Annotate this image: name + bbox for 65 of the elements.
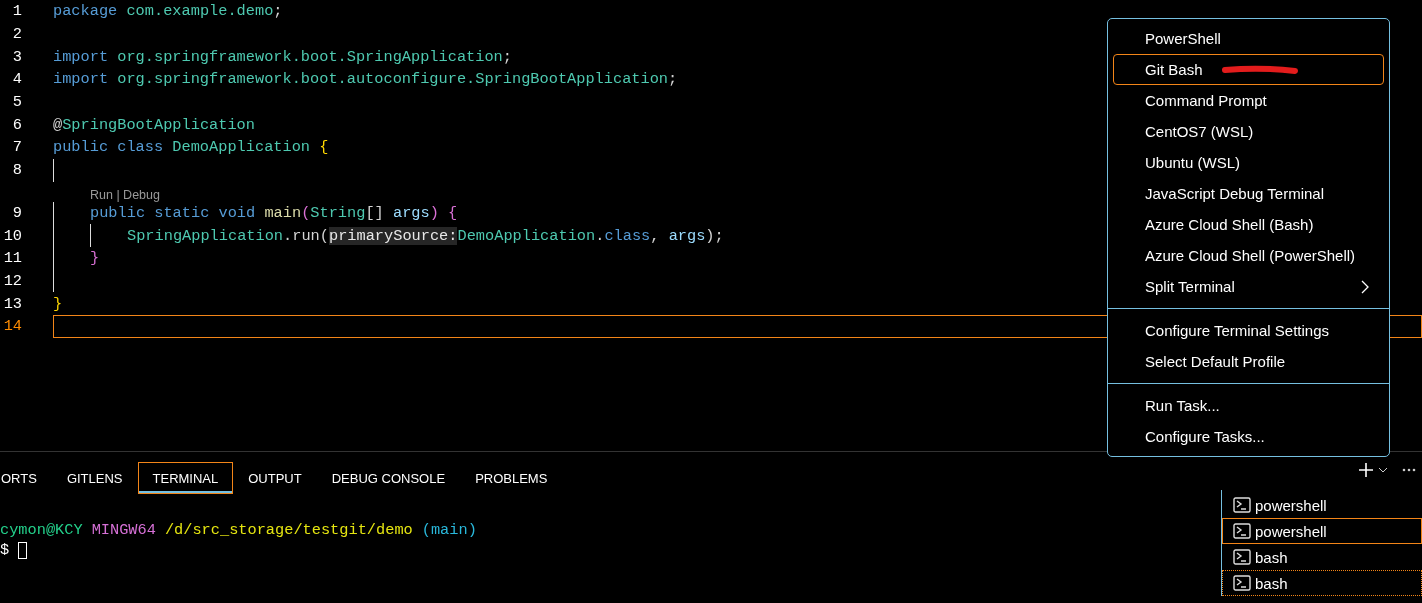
line-number: 9: [11, 203, 22, 222]
panel-tab[interactable]: TERMINAL: [137, 462, 234, 494]
panel-tab[interactable]: PROBLEMS: [460, 462, 563, 494]
code-line: SpringApplication.run(primarySource:DemoApplication.class, args);: [127, 226, 724, 245]
menu-item-label: Azure Cloud Shell (Bash): [1145, 216, 1314, 233]
menu-item-label: Run Task...: [1145, 397, 1220, 414]
terminal-prompt-text: cymon@KCY: [0, 521, 83, 539]
terminal-list-item[interactable]: bash: [1222, 570, 1422, 596]
menu-item[interactable]: Split Terminal: [1113, 271, 1384, 302]
code-line: public static void main(String[] args) {: [90, 203, 458, 222]
menu-item-label: Ubuntu (WSL): [1145, 154, 1241, 171]
terminal-list-item[interactable]: bash: [1222, 544, 1422, 570]
line-number: 12: [2, 271, 22, 290]
code-line: package com.example.demo;: [53, 2, 283, 21]
menu-item-label: Split Terminal: [1145, 278, 1235, 295]
terminal-prompt-text: /d/src_storage/testgit/demo: [164, 521, 413, 539]
menu-item[interactable]: Run Task...: [1113, 390, 1384, 421]
line-number: 1: [11, 2, 22, 21]
line-number: 11: [2, 249, 22, 268]
terminal-list-item[interactable]: powershell: [1222, 492, 1422, 518]
line-number: 13: [2, 294, 22, 313]
code-line: }: [53, 294, 63, 313]
terminal-prompt-text: MINGW64: [91, 521, 156, 539]
menu-item[interactable]: Configure Tasks...: [1113, 421, 1384, 452]
code-line: import org.springframework.boot.SpringApplication;: [53, 47, 512, 66]
menu-item[interactable]: JavaScript Debug Terminal: [1113, 178, 1384, 209]
menu-item-label: Azure Cloud Shell (PowerShell): [1145, 247, 1356, 264]
menu-item[interactable]: Select Default Profile: [1113, 346, 1384, 377]
menu-item[interactable]: Azure Cloud Shell (Bash): [1113, 209, 1384, 240]
line-number: 4: [11, 70, 22, 89]
panel-tab[interactable]: DEBUG CONSOLE: [316, 462, 461, 494]
menu-item-label: Git Bash: [1145, 61, 1203, 78]
menu-item-label: Select Default Profile: [1145, 353, 1286, 370]
menu-item-label: JavaScript Debug Terminal: [1145, 185, 1324, 202]
terminal-prompt-text: (main): [421, 521, 477, 539]
panel-tab[interactable]: ORTS: [0, 462, 52, 494]
panel-tab[interactable]: GITLENS: [51, 462, 138, 494]
line-number: 14: [2, 317, 22, 336]
code-line: import org.springframework.boot.autoconfigure.SpringBootApplication;: [53, 70, 678, 89]
terminal-prompt-symbol: $: [0, 541, 10, 559]
line-number: 2: [11, 25, 22, 44]
line-number: 8: [11, 161, 22, 180]
menu-item[interactable]: PowerShell: [1113, 23, 1384, 54]
code-line: public class DemoApplication {: [53, 138, 329, 157]
menu-item-label: CentOS7 (WSL): [1145, 123, 1254, 140]
menu-item[interactable]: Ubuntu (WSL): [1113, 147, 1384, 178]
line-number: 6: [11, 115, 22, 134]
terminal-list-item[interactable]: powershell: [1222, 518, 1422, 544]
panel-tab[interactable]: OUTPUT: [233, 462, 317, 494]
menu-item[interactable]: Azure Cloud Shell (PowerShell): [1113, 240, 1384, 271]
menu-item[interactable]: CentOS7 (WSL): [1113, 116, 1384, 147]
line-number: 3: [11, 47, 22, 66]
codelens-links[interactable]: Run | Debug: [90, 187, 160, 202]
menu-item-label: PowerShell: [1145, 30, 1221, 47]
menu-item-label: Configure Tasks...: [1145, 428, 1265, 445]
menu-item[interactable]: Git Bash: [1113, 54, 1384, 85]
menu-item[interactable]: Configure Terminal Settings: [1113, 315, 1384, 346]
menu-item-label: Command Prompt: [1145, 92, 1267, 109]
line-number: 10: [2, 226, 22, 245]
line-number: 5: [11, 93, 22, 112]
code-line: @SpringBootApplication: [53, 115, 255, 134]
menu-item[interactable]: Command Prompt: [1113, 85, 1384, 116]
line-number: 7: [11, 138, 22, 157]
menu-item-label: Configure Terminal Settings: [1145, 322, 1329, 339]
code-line: }: [90, 249, 100, 268]
